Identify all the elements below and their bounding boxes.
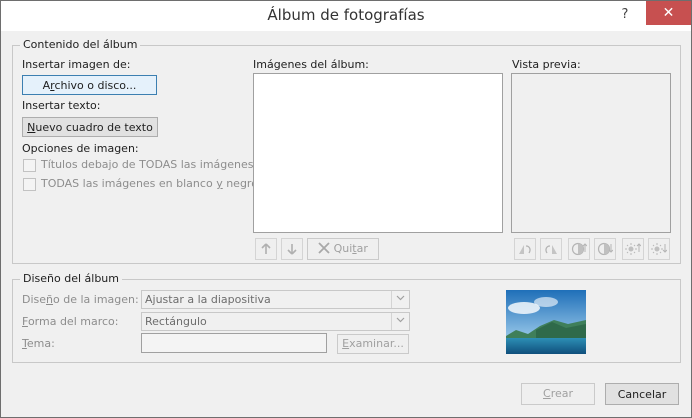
contrast-down-button[interactable] — [594, 238, 616, 260]
move-down-button[interactable] — [281, 238, 303, 260]
cancelar-button[interactable]: Cancelar — [605, 383, 679, 405]
insertar-texto-label: Insertar texto: — [22, 99, 101, 112]
close-icon: ✕ — [662, 5, 675, 21]
diseno-imagen-select[interactable]: Ajustar a la diapositiva — [141, 290, 410, 309]
insertar-imagen-label: Insertar imagen de: — [22, 58, 131, 71]
vista-previa-pane — [511, 73, 671, 233]
close-button[interactable]: ✕ — [646, 1, 691, 25]
contrast-up-icon — [571, 242, 588, 256]
brightness-up-icon — [625, 243, 642, 255]
forma-marco-select[interactable]: Rectángulo — [141, 312, 410, 331]
tema-input[interactable] — [141, 333, 327, 353]
brightness-down-icon — [651, 243, 668, 255]
down-arrow-icon — [287, 244, 297, 255]
imagenes-album-label: Imágenes del álbum: — [253, 58, 369, 71]
layout-preview-thumbnail — [506, 290, 586, 354]
contrast-up-button[interactable] — [568, 238, 590, 260]
chevron-down-icon — [391, 313, 409, 330]
tema-label: Tema: — [22, 337, 55, 350]
quitar-button[interactable]: Quitar — [307, 238, 379, 260]
up-arrow-icon — [261, 243, 271, 254]
crear-button[interactable]: Crear — [521, 383, 595, 405]
brightness-up-button[interactable] — [622, 238, 644, 260]
forma-marco-label: Forma del marco: — [22, 315, 119, 328]
forma-marco-value: Rectángulo — [145, 315, 207, 328]
remove-x-icon — [318, 242, 330, 254]
brightness-down-button[interactable] — [648, 238, 670, 260]
rotate-left-icon — [519, 245, 531, 254]
vista-previa-label: Vista previa: — [512, 58, 581, 71]
diseno-imagen-label: Diseño de la imagen: — [22, 293, 139, 306]
title-bar: Álbum de fotografías ? ✕ — [1, 1, 691, 31]
imagenes-album-listbox[interactable] — [253, 73, 503, 233]
examinar-button[interactable]: Examinar... — [337, 334, 409, 354]
titulos-checkbox[interactable] — [23, 159, 36, 172]
blanco-negro-checkbox-label: TODAS las imágenes en blanco y negro — [41, 177, 258, 190]
help-button[interactable]: ? — [612, 4, 638, 26]
chevron-down-icon — [391, 291, 409, 308]
rotate-right-icon — [545, 245, 557, 254]
blanco-negro-checkbox[interactable] — [23, 178, 36, 191]
nuevo-cuadro-texto-button[interactable]: Nuevo cuadro de texto — [22, 117, 158, 137]
rotate-right-button[interactable] — [540, 238, 562, 260]
opciones-imagen-label: Opciones de imagen: — [22, 142, 139, 155]
diseno-imagen-value: Ajustar a la diapositiva — [145, 293, 271, 306]
album-dialog: Álbum de fotografías ? ✕ Contenido del á… — [0, 0, 692, 418]
contenido-legend: Contenido del álbum — [20, 38, 141, 51]
archivo-o-disco-button[interactable]: Archivo o disco... — [22, 75, 157, 95]
diseno-legend: Diseño del álbum — [20, 272, 122, 285]
titulos-checkbox-label: Títulos debajo de TODAS las imágenes — [41, 158, 254, 171]
contrast-down-icon — [597, 242, 614, 256]
rotate-left-button[interactable] — [514, 238, 536, 260]
move-up-button[interactable] — [255, 238, 277, 260]
dialog-title: Álbum de fotografías — [267, 6, 425, 24]
